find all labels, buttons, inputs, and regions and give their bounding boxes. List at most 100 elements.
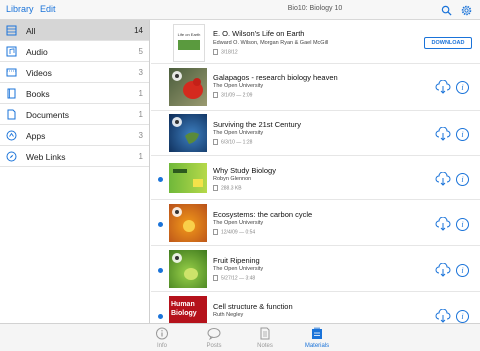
list-item[interactable]: Human Biology Cell structure & function … bbox=[151, 292, 480, 323]
cover-text: Human Biology bbox=[171, 301, 197, 317]
download-button[interactable]: DOWNLOAD bbox=[424, 37, 472, 49]
item-date: 3/1/09 — 2:09 bbox=[221, 92, 253, 99]
item-title: Cell structure & function bbox=[213, 302, 293, 311]
gear-icon[interactable] bbox=[461, 5, 472, 16]
cover-title: Life on Earth bbox=[177, 32, 201, 37]
unread-dot bbox=[158, 268, 163, 273]
sidebar-item-documents[interactable]: Documents 1 bbox=[0, 104, 149, 125]
item-date: 12/4/09 — 0:54 bbox=[221, 229, 256, 236]
sidebar-item-label: Books bbox=[26, 89, 50, 99]
tab-label: Info bbox=[156, 343, 167, 349]
cloud-download-icon[interactable] bbox=[435, 172, 451, 186]
item-thumbnail bbox=[169, 204, 207, 242]
sidebar-item-web-links[interactable]: Web Links 1 bbox=[0, 146, 149, 167]
list-item[interactable]: Ecosystems: the carbon cycle The Open Un… bbox=[151, 200, 480, 246]
sidebar-item-count: 1 bbox=[138, 110, 143, 119]
list-item[interactable]: Fruit Ripening The Open University 5/27/… bbox=[151, 246, 480, 292]
unread-dot bbox=[158, 222, 163, 227]
item-title: Why Study Biology bbox=[213, 166, 276, 175]
sidebar-item-count: 14 bbox=[134, 26, 143, 35]
book-icon bbox=[7, 88, 16, 99]
tab-notes[interactable]: Notes bbox=[240, 324, 290, 351]
page-title: Bio10: Biology 10 bbox=[287, 5, 343, 12]
tab-posts[interactable]: Posts bbox=[189, 324, 239, 351]
item-date: 6/3/10 — 1:28 bbox=[221, 139, 253, 146]
sidebar-item-label: Web Links bbox=[26, 152, 66, 162]
materials-icon bbox=[312, 327, 322, 339]
item-thumbnail bbox=[169, 163, 207, 193]
compass-icon bbox=[6, 151, 17, 162]
info-icon bbox=[156, 327, 168, 340]
item-date: 5/27/12 — 3:48 bbox=[221, 275, 256, 282]
item-title: Ecosystems: the carbon cycle bbox=[213, 210, 313, 219]
info-icon[interactable]: i bbox=[456, 218, 469, 231]
cloud-download-icon[interactable] bbox=[435, 309, 451, 323]
sidebar-item-label: Videos bbox=[26, 68, 52, 78]
list-item[interactable]: Surviving the 21st Century The Open Univ… bbox=[151, 111, 480, 156]
top-bar: Library Edit Bio10: Biology 10 bbox=[0, 0, 480, 20]
item-author: The Open University bbox=[213, 220, 264, 226]
info-icon[interactable]: i bbox=[456, 264, 469, 277]
info-icon[interactable]: i bbox=[456, 310, 469, 323]
tab-info[interactable]: Info bbox=[137, 324, 187, 351]
tab-bar: Info Posts Notes Materials bbox=[0, 323, 480, 351]
item-author: The Open University bbox=[213, 130, 264, 136]
item-author: Ruth Negley bbox=[213, 312, 244, 318]
item-size: 288.3 KB bbox=[221, 185, 242, 192]
item-title: Surviving the 21st Century bbox=[213, 120, 301, 129]
sidebar-item-count: 5 bbox=[138, 47, 143, 56]
item-title: Galapagos - research biology heaven bbox=[213, 73, 338, 82]
sidebar-item-videos[interactable]: Videos 3 bbox=[0, 62, 149, 83]
sidebar-item-all[interactable]: All 14 bbox=[0, 20, 149, 41]
item-meta: 12/4/09 — 0:54 bbox=[213, 229, 255, 235]
item-author: Edward O. Wilson, Morgan Ryan & Gael McG… bbox=[213, 40, 329, 46]
cloud-download-icon[interactable] bbox=[435, 217, 451, 231]
unread-dot bbox=[158, 177, 163, 182]
tab-label: Posts bbox=[206, 343, 222, 349]
cloud-download-icon[interactable] bbox=[435, 127, 451, 141]
sidebar-item-books[interactable]: Books 1 bbox=[0, 83, 149, 104]
tab-label: Notes bbox=[257, 343, 273, 349]
sidebar-item-label: All bbox=[26, 26, 36, 36]
info-icon[interactable]: i bbox=[456, 173, 469, 186]
item-meta: 5/27/12 — 3:48 bbox=[213, 275, 255, 281]
list-item[interactable]: Life on Earth E. O. Wilson's Life on Ear… bbox=[151, 20, 480, 64]
sidebar-item-label: Audio bbox=[26, 47, 48, 57]
item-title: Fruit Ripening bbox=[213, 256, 260, 265]
cloud-download-icon[interactable] bbox=[435, 80, 451, 94]
sidebar-item-apps[interactable]: Apps 3 bbox=[0, 125, 149, 146]
item-meta: 6/3/10 — 1:28 bbox=[213, 139, 252, 145]
unread-dot bbox=[158, 314, 163, 319]
item-author: The Open University bbox=[213, 83, 264, 89]
all-icon bbox=[6, 25, 17, 36]
sidebar-item-count: 3 bbox=[138, 68, 143, 77]
item-meta: 288.3 KB bbox=[213, 185, 242, 191]
item-thumbnail bbox=[169, 68, 207, 106]
sidebar-item-audio[interactable]: Audio 5 bbox=[0, 41, 149, 62]
info-icon[interactable]: i bbox=[456, 81, 469, 94]
cloud-download-icon[interactable] bbox=[435, 263, 451, 277]
library-button[interactable]: Library bbox=[6, 4, 34, 14]
sidebar-item-label: Apps bbox=[26, 131, 46, 141]
app-window: Library Edit Bio10: Biology 10 All 14 Au… bbox=[0, 0, 480, 351]
edit-button[interactable]: Edit bbox=[40, 4, 56, 14]
speech-bubble-icon bbox=[207, 328, 221, 340]
book-cover: Human Biology bbox=[169, 296, 207, 323]
sidebar-item-count: 1 bbox=[138, 152, 143, 161]
info-icon[interactable]: i bbox=[456, 128, 469, 141]
list-item[interactable]: Galapagos - research biology heaven The … bbox=[151, 64, 480, 111]
tab-label: Materials bbox=[304, 343, 330, 349]
apps-icon bbox=[6, 130, 17, 141]
item-date: 3/18/12 bbox=[221, 49, 238, 56]
sidebar-item-label: Documents bbox=[26, 110, 69, 120]
tab-materials[interactable]: Materials bbox=[292, 324, 342, 351]
list-item[interactable]: Why Study Biology Robyn Glennon 288.3 KB… bbox=[151, 156, 480, 200]
materials-list: Life on Earth E. O. Wilson's Life on Ear… bbox=[151, 20, 480, 323]
document-icon bbox=[7, 109, 16, 120]
book-cover: Life on Earth bbox=[173, 24, 205, 62]
item-author: Robyn Glennon bbox=[213, 176, 252, 182]
audio-icon bbox=[6, 46, 17, 57]
note-icon bbox=[260, 327, 270, 340]
search-icon[interactable] bbox=[441, 5, 452, 16]
item-meta: 3/1/09 — 2:09 bbox=[213, 92, 252, 98]
